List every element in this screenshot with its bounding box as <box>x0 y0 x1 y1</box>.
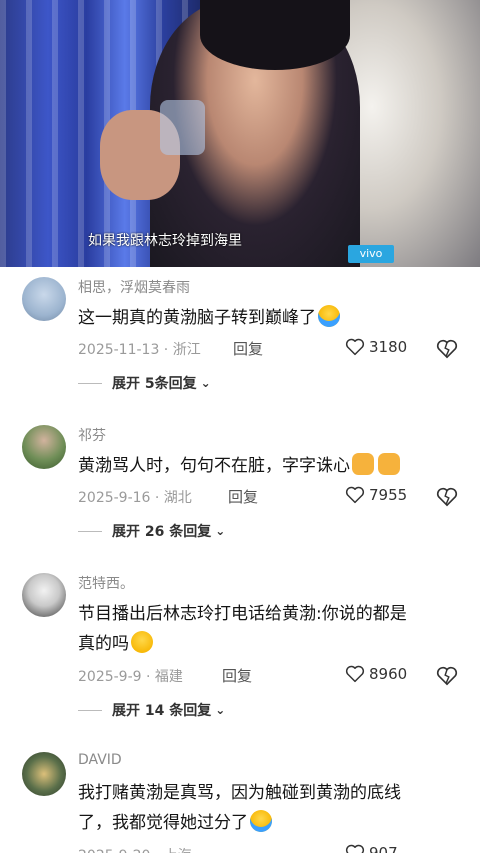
comment-text: 这一期真的黄渤脑子转到巅峰了 <box>78 303 468 333</box>
laugh-tears-emoji <box>250 810 272 832</box>
comment-username[interactable]: 相思，浮烟莫春雨 <box>78 277 190 297</box>
reply-button[interactable]: 回复 <box>228 486 258 507</box>
expand-replies-button[interactable]: 展开 26 条回复 ⌄ <box>78 521 225 541</box>
reply-button[interactable]: 回复 <box>222 665 252 686</box>
heart-icon <box>345 338 365 356</box>
video-subtitle: 如果我跟林志玲掉到海里 <box>88 233 242 249</box>
avatar[interactable] <box>22 752 66 796</box>
dislike-icon[interactable] <box>436 487 458 507</box>
comment-text-line: 我打赌黄渤是真骂，因为触碰到黄渤的底线 <box>78 783 401 803</box>
like-button[interactable]: 907 <box>345 844 398 853</box>
comment-item: 相思，浮烟莫春雨 这一期真的黄渤脑子转到巅峰了 2025-11-13 · 浙江 … <box>0 267 480 402</box>
like-count: 3180 <box>369 338 408 356</box>
chevron-down-icon: ⌄ <box>215 703 226 717</box>
comment-date-location: 2025-9-20 · 上海 <box>78 845 192 853</box>
comment-item: 祁芬 黄渤骂人时，句句不在脏，字字诛心 2025-9-16 · 湖北 回复 79… <box>0 415 480 555</box>
like-button[interactable]: 3180 <box>345 338 407 356</box>
laugh-cry-emoji <box>318 305 340 327</box>
thumbs-up-emoji <box>352 453 374 475</box>
smirk-emoji <box>131 631 153 653</box>
expand-replies-button[interactable]: 展开 5条回复 ⌄ <box>78 373 211 393</box>
comment-username[interactable]: 范特西。 <box>78 573 134 593</box>
comment-username[interactable]: 祁芬 <box>78 425 106 445</box>
comment-text: 节目播出后林志玲打电话给黄渤:你说的都是 真的吗 <box>78 599 468 659</box>
expand-replies-button[interactable]: 展开 14 条回复 ⌄ <box>78 700 225 720</box>
comment-text-line: 真的吗 <box>78 629 468 659</box>
comment-username[interactable]: DAVID <box>78 752 122 768</box>
expand-replies-label: 展开 26 条回复 <box>112 524 212 540</box>
like-count: 8960 <box>369 665 408 683</box>
avatar[interactable] <box>22 425 66 469</box>
comment-item: 范特西。 节目播出后林志玲打电话给黄渤:你说的都是 真的吗 2025-9-9 ·… <box>0 567 480 727</box>
comment-date-location: 2025-9-9 · 福建 <box>78 669 183 685</box>
chevron-down-icon: ⌄ <box>215 524 226 538</box>
like-button[interactable]: 8960 <box>345 665 407 683</box>
glass <box>160 100 205 155</box>
comment-text-content: 真的吗 <box>78 634 129 654</box>
comment-text-line: 了，我都觉得她过分了 <box>78 808 468 838</box>
divider-line <box>78 382 102 384</box>
hair <box>200 0 350 70</box>
comment-date-location: 2025-11-13 · 浙江 <box>78 342 201 358</box>
avatar[interactable] <box>22 573 66 617</box>
thumbs-up-emoji <box>378 453 400 475</box>
expand-replies-label: 展开 14 条回复 <box>112 703 212 719</box>
heart-icon <box>345 665 365 683</box>
like-count: 7955 <box>369 486 408 504</box>
expand-replies-label: 展开 5条回复 <box>112 376 197 392</box>
video-player[interactable]: 如果我跟林志玲掉到海里 vivo <box>0 0 480 267</box>
divider-line <box>78 530 102 532</box>
comment-text-line: 节目播出后林志玲打电话给黄渤:你说的都是 <box>78 604 407 624</box>
comment-text-content: 了，我都觉得她过分了 <box>78 813 248 833</box>
dislike-icon[interactable] <box>436 666 458 686</box>
like-button[interactable]: 7955 <box>345 486 407 504</box>
vivo-logo: vivo <box>348 245 394 263</box>
comment-date-location: 2025-9-16 · 湖北 <box>78 490 192 506</box>
heart-icon <box>345 486 365 504</box>
comment-text-content: 这一期真的黄渤脑子转到巅峰了 <box>78 308 316 328</box>
comment-item: DAVID 我打赌黄渤是真骂，因为触碰到黄渤的底线 了，我都觉得她过分了 202… <box>0 750 480 853</box>
chevron-down-icon: ⌄ <box>200 376 211 390</box>
heart-icon <box>345 844 365 853</box>
reply-button[interactable]: 回复 <box>233 338 263 359</box>
avatar[interactable] <box>22 277 66 321</box>
comment-text: 黄渤骂人时，句句不在脏，字字诛心 <box>78 451 468 481</box>
comment-text-content: 黄渤骂人时，句句不在脏，字字诛心 <box>78 456 350 476</box>
comment-text: 我打赌黄渤是真骂，因为触碰到黄渤的底线 了，我都觉得她过分了 <box>78 778 468 838</box>
like-count: 907 <box>369 844 398 853</box>
divider-line <box>78 709 102 711</box>
dislike-icon[interactable] <box>436 339 458 359</box>
